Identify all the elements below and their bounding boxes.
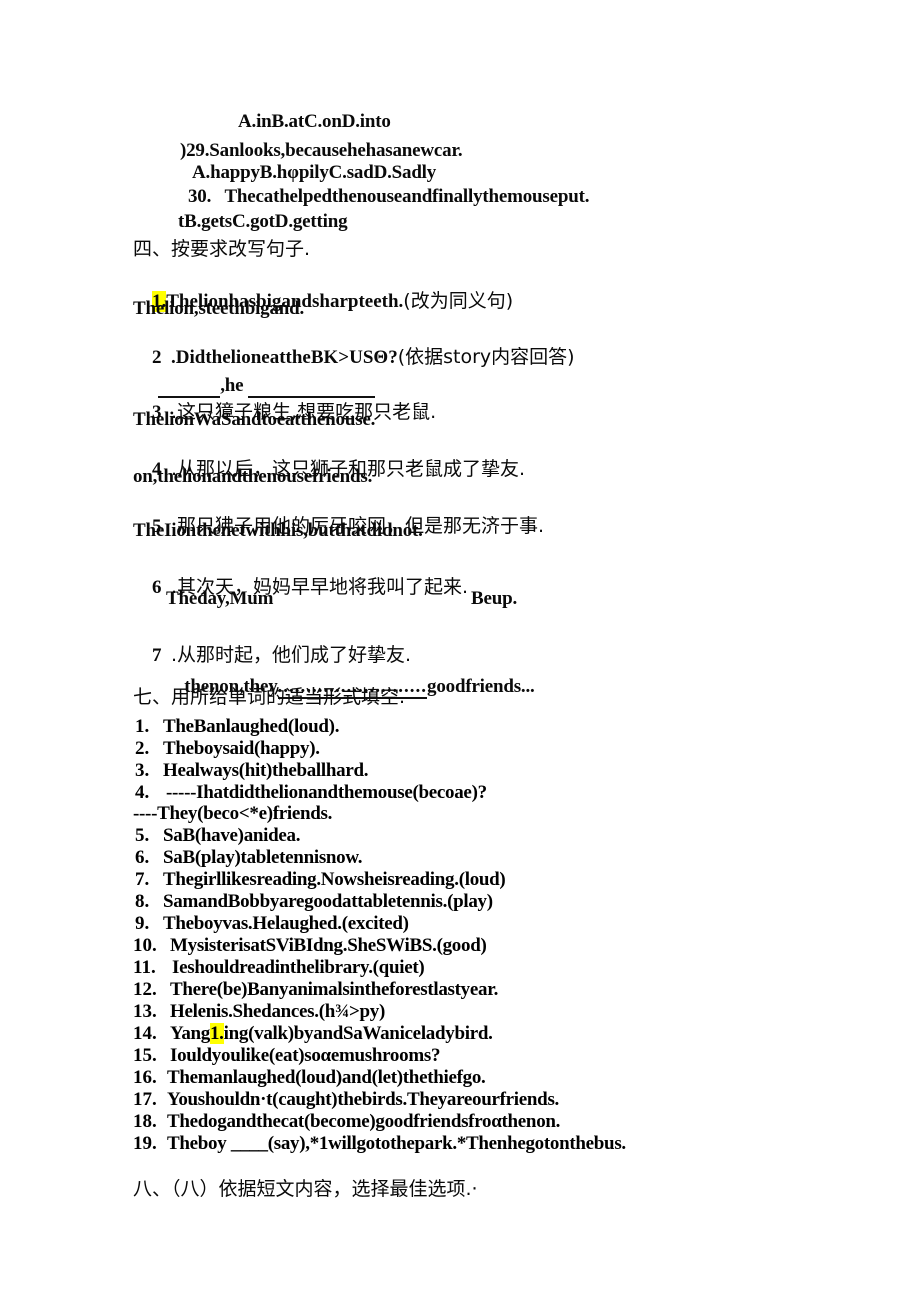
- item-7-5-text: SaB(have)anidea.: [163, 825, 301, 846]
- worksheet-page: A.inB.atC.onD.into )29.Sanlooks,becauseh…: [0, 0, 920, 1301]
- item-7-14-text: Yang1.ing(valk)byandSaWaniceladybird.: [170, 1023, 493, 1045]
- item-7-19-blank[interactable]: ____: [231, 1133, 268, 1154]
- question-30-options: tB.getsC.gotD.getting: [178, 211, 348, 232]
- item-7-16-number: 16.: [133, 1067, 157, 1088]
- item-7-9-text: Theboyvas.Helaughed.(excited): [163, 913, 409, 934]
- item-7-answer-right: goodfriends...: [427, 675, 535, 697]
- item-7-2-number: 2.: [135, 738, 150, 759]
- item-7-14-number: 14.: [133, 1023, 157, 1044]
- item-7-14-text-after: ing(valk)byandSaWaniceladybird.: [223, 1023, 493, 1044]
- item-7-7-number: 7.: [135, 869, 150, 890]
- item-7-3-number: 3.: [135, 760, 150, 781]
- item-7-9-number: 9.: [135, 913, 150, 934]
- item-7-14-highlight: 1.: [209, 1023, 224, 1044]
- question-29-stem: )29.Sanlooks,becausehehasanewcar.: [180, 140, 463, 161]
- item-7-13-number: 13.: [133, 1001, 157, 1022]
- item-7-6-text: SaB(play)tabletennisnow.: [163, 847, 363, 868]
- item-7-1-number: 1.: [135, 716, 150, 737]
- item-7-8-text: SamandBobbyaregoodattabletennis.(play): [163, 891, 493, 912]
- question-30-stem: 30. Thecathelpedthenouseandfinallythemou…: [188, 186, 590, 207]
- item-7-3-text: Healways(hit)theballhard.: [163, 760, 369, 781]
- item-6-answer-right: Beup.: [471, 588, 517, 609]
- item-7-18-text: Thedogandthecat(become)goodfriendsfroαth…: [167, 1111, 561, 1132]
- item-7-number: 7: [152, 644, 162, 666]
- item-7-11-text: Ieshouldreadinthelibrary.(quiet): [172, 957, 425, 978]
- item-6-answer-left: Theday,Mum: [166, 588, 274, 609]
- item-7-19-text-before: Theboy: [167, 1133, 231, 1154]
- item-7-1-text: TheBanlaughed(loud).: [163, 716, 340, 737]
- item-7-16-text: Themanlaughed(loud)and(let)thethiefgo.: [167, 1067, 486, 1088]
- item-2-prompt-cn: (依据story内容回答): [397, 345, 575, 368]
- item-7-14-text-before: Yang: [170, 1023, 210, 1044]
- item-7-15-number: 15.: [133, 1045, 157, 1066]
- item-7-4-text: -----Ihatdidthelionandthemouse(becoae)?: [166, 782, 487, 803]
- item-7-4-continuation: ----They(beco<*e)friends.: [133, 803, 333, 824]
- item-5-answer: TheIionthenetwithhis,butthatdidnot.: [133, 520, 423, 541]
- section-four-heading: 四、按要求改写句子.: [133, 238, 311, 260]
- item-7-17-text: Youshouldn·t(caught)thebirds.Theyareourf…: [167, 1089, 559, 1110]
- item-1-prompt-cn: (改为同义句): [403, 289, 514, 312]
- item-4-answer: on,thelionandthenousefriends.: [133, 466, 373, 487]
- item-6-number: 6: [152, 576, 162, 598]
- item-7-11-number: 11.: [133, 957, 156, 978]
- item-3-answer: ThelionWaSandtoeatthenouse.: [133, 409, 376, 430]
- item-7-10-text: MysisterisatSViBIdng.SheSWiBS.(good): [170, 935, 487, 956]
- item-7-19-text-after: (say),*1willgotothepark.*Thenhegotontheb…: [267, 1133, 626, 1154]
- item-7-5-number: 5.: [135, 825, 150, 846]
- item-7-12-text: There(be)Banyanimalsintheforestlastyear.: [170, 979, 499, 1000]
- section-eight-heading: 八、（八）依据短文内容，选择最佳选项.·: [133, 1178, 478, 1200]
- item-7-12-number: 12.: [133, 979, 157, 1000]
- item-7-15-text: Iouldyoulike(eat)soαemushrooms?: [170, 1045, 441, 1066]
- item-7-7-text: Thegirllikesreading.Nowsheisreading.(lou…: [163, 869, 506, 890]
- item-7-19-text: Theboy ____(say),*1willgotothepark.*Then…: [167, 1133, 626, 1155]
- item-7-18-number: 18.: [133, 1111, 157, 1132]
- item-7-6-number: 6.: [135, 847, 150, 868]
- item-7-10-number: 10.: [133, 935, 157, 956]
- question-29-options: A.happyB.hφpilyC.sadD.Sadly: [192, 162, 437, 183]
- item-7-8-number: 8.: [135, 891, 150, 912]
- item-7-2-text: Theboysaid(happy).: [163, 738, 320, 759]
- item-1-answer: Thelion,steethbigand.: [133, 298, 305, 319]
- item-7-4-number: 4.: [135, 782, 150, 803]
- section-seven-heading: 七、用所给单词的适当形式填空.: [133, 686, 406, 708]
- item-7-19-number: 19.: [133, 1133, 157, 1154]
- item-7-17-number: 17.: [133, 1089, 157, 1110]
- item-7-13-text: Helenis.Shedances.(h¾>py): [170, 1001, 385, 1022]
- question-28-options: A.inB.atC.onD.into: [238, 111, 391, 132]
